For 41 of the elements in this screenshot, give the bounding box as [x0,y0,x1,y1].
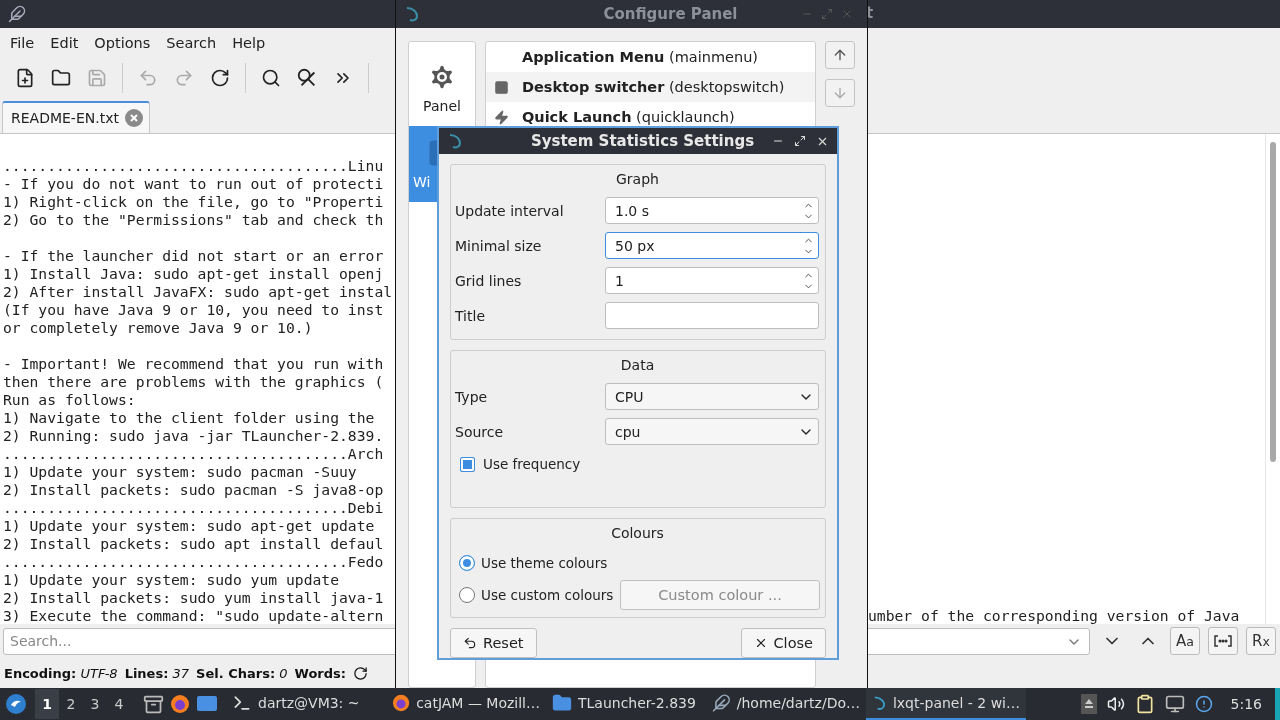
field-label: Title [455,307,486,324]
clock: 5:16 [1230,696,1262,712]
text-line: 2) Running: sudo java -jar TLauncher-2.839. [3,427,384,445]
window-title: Configure Panel [603,5,738,23]
text-line: 1) Right-click on the file, go to "Properti [3,193,384,211]
text-line: 1) Update your system: sudo pacman -Suuy [3,463,357,481]
status-text: Sel. Chars: 0 [196,665,288,681]
group-title: Graph [615,170,660,189]
status-text: Words: [294,665,346,681]
text-line: Run as follows: [3,391,136,409]
group-title: Data [619,356,656,375]
text-line: umber of the corresponding version of Java [868,607,1240,624]
text-line: 2) Install packets: sudo pacman -S java8-op [3,481,384,499]
text-line: 1) Update your system: sudo apt-get update [3,517,375,535]
text-line: .......................................Arch [3,445,384,463]
text-line: 2) Install packets: sudo yum install java-1 [3,589,384,607]
status-text: Encoding: UTF-8 [4,665,118,681]
text-line: - Important! We recommend that you run with [3,354,384,373]
text-line: .......................................Fedo [3,553,384,571]
text-line: 1) Install Java: sudo apt-get install openj [3,265,384,283]
window-title: System Statistics Settings [530,132,755,150]
text-line: 1) Navigate to the client folder using the [3,409,375,427]
text-line: (If you have Java 9 or 10, you need to inst [3,301,384,319]
field-label: Type [455,388,489,405]
text-line: .......................................Debi [3,499,384,517]
field-label: Minimal size [455,237,543,254]
text-line: - If the launcher did not start or an error [3,246,384,265]
text-line: - If you do not want to run out of protecti [3,175,384,193]
group-title: Colours [610,524,665,543]
text-line: 2) After install JavaFX: sudo apt-get instal [3,283,393,301]
text-line: 3) Execute the command: "sudo update-altern [3,607,385,624]
text-line: 1) Update your system: sudo yum update [3,571,340,589]
text-line: 2) Go to the "Permissions" tab and check th [3,211,384,229]
text-line: .......................................Linu [3,157,384,175]
field-label: Grid lines [455,272,523,289]
field-label: Update interval [455,202,565,219]
text-line: or completely remove Java 9 or 10.) [3,319,313,337]
text-line: 2) Install packets: sudo apt install defaul [3,535,384,553]
text-line: then there are problems with the graphics ( [3,373,384,391]
status-text: Lines: 37 [124,665,190,681]
field-label: Source [455,423,505,440]
